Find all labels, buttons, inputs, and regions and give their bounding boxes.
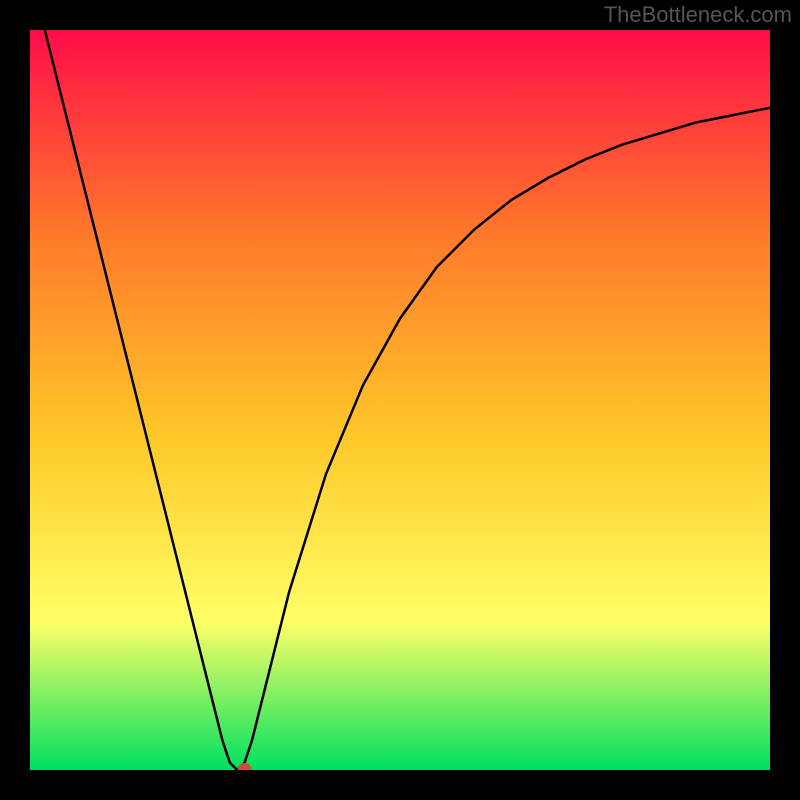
chart-container: TheBottleneck.com xyxy=(0,0,800,800)
watermark-text: TheBottleneck.com xyxy=(604,2,792,28)
plot-area xyxy=(30,30,770,770)
gradient-background xyxy=(30,30,770,770)
chart-svg xyxy=(30,30,770,770)
